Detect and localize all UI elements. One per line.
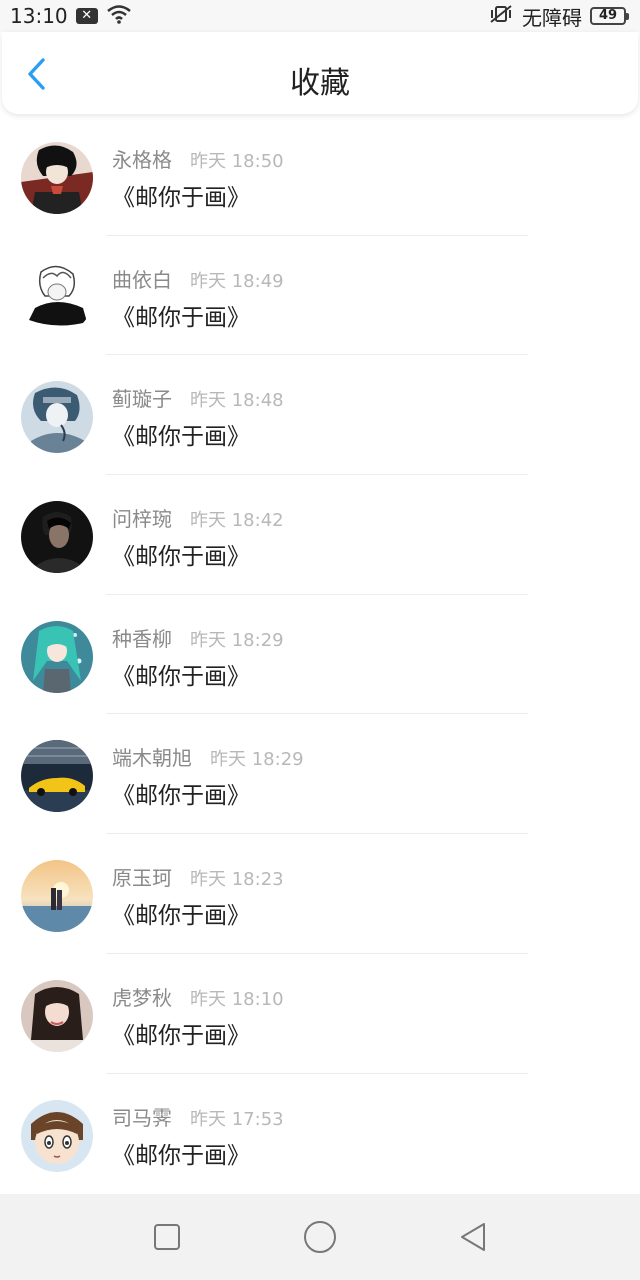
item-title: 《邮你于画》	[112, 783, 250, 810]
user-name: 种香柳	[112, 626, 172, 651]
triangle-back-icon	[461, 1223, 486, 1251]
avatar	[21, 860, 93, 933]
avatar	[21, 261, 93, 334]
avatar	[21, 740, 93, 813]
list-item[interactable]: 原玉珂 昨天 18:23 《邮你于画》	[0, 834, 640, 954]
user-name: 原玉珂	[112, 866, 172, 891]
item-title: 《邮你于画》	[112, 663, 250, 690]
user-name: 司马霁	[112, 1105, 172, 1130]
avatar	[21, 620, 93, 693]
user-name: 问梓琬	[112, 507, 172, 532]
navigation-bar	[0, 1194, 640, 1280]
favorite-time: 昨天 18:29	[210, 749, 304, 771]
user-name: 端木朝旭	[112, 746, 192, 771]
item-title: 《邮你于画》	[112, 1022, 250, 1049]
list-item[interactable]: 永格格 昨天 18:50 《邮你于画》	[0, 116, 640, 236]
list-item[interactable]: 种香柳 昨天 18:29 《邮你于画》	[0, 595, 640, 715]
favorite-time: 昨天 18:23	[190, 869, 284, 891]
avatar	[21, 381, 93, 454]
list-item[interactable]: 蓟璇子 昨天 18:48 《邮你于画》	[0, 355, 640, 476]
recent-apps-button[interactable]	[147, 1217, 187, 1257]
favorite-time: 昨天 18:50	[190, 151, 284, 172]
item-title: 《邮你于画》	[112, 903, 250, 930]
item-title: 《邮你于画》	[112, 544, 250, 571]
avatar	[21, 501, 93, 574]
system-back-button[interactable]	[453, 1217, 493, 1257]
item-title: 《邮你于画》	[112, 304, 250, 331]
user-name: 虎梦秋	[112, 985, 172, 1010]
item-title: 《邮你于画》	[112, 424, 250, 451]
list-item[interactable]: 曲依白 昨天 18:49 《邮你于画》	[0, 236, 640, 356]
user-name: 蓟璇子	[112, 387, 172, 412]
avatar	[21, 142, 93, 214]
favorite-time: 昨天 18:29	[190, 629, 284, 651]
favorite-time: 昨天 18:10	[190, 988, 284, 1010]
home-button[interactable]	[300, 1217, 340, 1257]
list-item[interactable]: 司马霁 昨天 17:53 《邮你于画》	[0, 1074, 640, 1194]
favorite-time: 昨天 18:48	[190, 390, 284, 412]
favorites-list: 永格格 昨天 18:50 《邮你于画》 曲依白 昨天 18:49 《邮你于画》	[0, 116, 640, 1193]
user-name: 曲依白	[112, 267, 172, 292]
status-bar: 13:10 ✕ 无障碍 49	[0, 0, 640, 32]
favorite-time: 昨天 17:53	[190, 1108, 284, 1130]
header: 收藏	[2, 32, 638, 114]
avatar	[21, 979, 93, 1052]
accessibility-label: 无障碍	[522, 5, 582, 30]
avatar	[21, 1099, 93, 1172]
item-title: 《邮你于画》	[112, 1142, 250, 1169]
favorite-time: 昨天 18:42	[190, 510, 284, 532]
battery-icon: 49	[590, 7, 629, 25]
user-name: 永格格	[112, 148, 172, 172]
circle-icon	[303, 1221, 336, 1253]
list-item[interactable]: 端木朝旭 昨天 18:29 《邮你于画》	[0, 714, 640, 835]
wifi-icon	[106, 4, 132, 29]
vibrate-mute-icon	[488, 4, 514, 29]
list-item[interactable]: 虎梦秋 昨天 18:10 《邮你于画》	[0, 954, 640, 1074]
item-title: 《邮你于画》	[112, 185, 250, 211]
status-time: 13:10	[10, 4, 68, 28]
page-title: 收藏	[290, 66, 350, 101]
list-item[interactable]: 问梓琬 昨天 18:42 《邮你于画》	[0, 475, 640, 595]
favorite-time: 昨天 18:49	[190, 270, 284, 292]
notification-close-icon: ✕	[75, 8, 98, 24]
square-icon	[153, 1224, 180, 1250]
